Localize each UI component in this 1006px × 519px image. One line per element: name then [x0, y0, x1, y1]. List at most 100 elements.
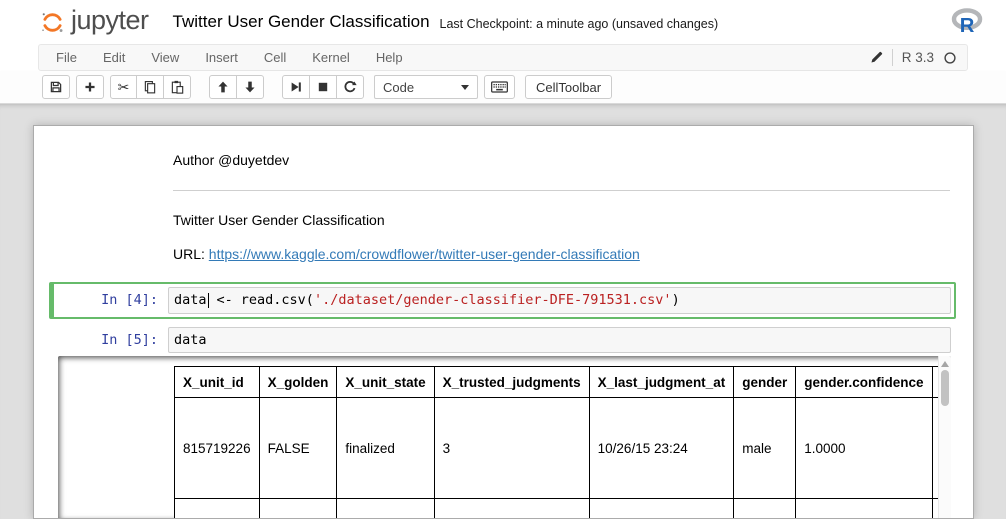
cell-type-dropdown[interactable]: Code: [374, 75, 478, 99]
move-group: [209, 75, 264, 99]
table-cell: 10/26/15 23:24: [589, 398, 734, 499]
code-cell-in5[interactable]: In [5]: data: [49, 322, 956, 358]
menu-view[interactable]: View: [138, 45, 192, 70]
menu-kernel[interactable]: Kernel: [299, 45, 363, 70]
col-header: gender.confidence: [796, 367, 932, 398]
jupyter-logo-text: jupyter: [71, 7, 149, 38]
celltoolbar-button[interactable]: CellToolbar: [525, 75, 612, 99]
table-row: [175, 499, 939, 519]
run-cell-button[interactable]: [282, 75, 310, 99]
arrow-down-icon: [243, 80, 257, 94]
table-cell: [259, 499, 337, 519]
table-header-row: X_unit_id X_golden X_unit_state X_truste…: [175, 367, 939, 398]
scrollbar-thumb[interactable]: [941, 370, 949, 406]
menu-edit[interactable]: Edit: [90, 45, 138, 70]
url-paragraph: URL: https://www.kaggle.com/crowdflower/…: [173, 246, 950, 263]
table-cell: male: [734, 398, 796, 499]
col-header: X_golden: [259, 367, 337, 398]
col-header: X_trusted_judgments: [434, 367, 589, 398]
menubar-divider: [892, 49, 893, 66]
cut-icon: ✂: [118, 80, 130, 94]
menu-help[interactable]: Help: [363, 45, 416, 70]
notebook-content: Author @duyetdev Twitter User Gender Cla…: [34, 126, 973, 518]
r-kernel-logo: R: [951, 8, 984, 40]
url-label: URL:: [173, 246, 209, 262]
save-icon: [49, 80, 63, 94]
code-token-paren: ): [672, 292, 680, 308]
col-header: X_unit_state: [337, 367, 434, 398]
scrollbar-up-arrow[interactable]: [941, 361, 949, 367]
kaggle-dataset-link[interactable]: https://www.kaggle.com/crowdflower/twitt…: [209, 246, 640, 262]
code-cell-in4[interactable]: In [4]: data<-read.csv('./dataset/gender…: [49, 282, 956, 319]
menu-file[interactable]: File: [43, 45, 90, 70]
copy-icon: [143, 80, 157, 94]
notebook-description-title: Twitter User Gender Classification: [173, 212, 950, 229]
move-cell-down-button[interactable]: [236, 75, 264, 99]
menu-cell[interactable]: Cell: [251, 45, 299, 70]
kernel-idle-icon: [943, 51, 957, 65]
table-cell: [434, 499, 589, 519]
paste-icon: [170, 80, 184, 94]
copy-cell-button[interactable]: [136, 75, 164, 99]
run-group: [282, 75, 364, 99]
paste-cell-button[interactable]: [163, 75, 191, 99]
move-cell-up-button[interactable]: [209, 75, 237, 99]
save-button[interactable]: [42, 75, 70, 99]
cell-type-value: Code: [383, 80, 414, 95]
insert-group: [76, 75, 104, 99]
markdown-prompt-spacer: [34, 152, 173, 191]
table-cell: FALSE: [259, 398, 337, 499]
edit-mode-pencil-icon: [870, 51, 883, 64]
markdown-rendered: Twitter User Gender Classification URL: …: [173, 212, 973, 263]
table-cell: [337, 499, 434, 519]
dataframe-table: X_unit_id X_golden X_unit_state X_truste…: [174, 366, 938, 519]
table-cell: [589, 499, 734, 519]
table-cell: [796, 499, 932, 519]
table-cell: 3: [434, 398, 589, 499]
cut-cell-button[interactable]: ✂: [110, 75, 137, 99]
markdown-cell-description[interactable]: Twitter User Gender Classification URL: …: [34, 212, 973, 263]
insert-cell-below-button[interactable]: [76, 75, 104, 99]
dataframe-region: X_unit_id X_golden X_unit_state X_truste…: [174, 366, 938, 519]
markdown-rendered: Author @duyetdev: [173, 152, 973, 191]
restart-icon: [343, 80, 357, 94]
step-forward-icon: [289, 80, 303, 94]
code-editor-in5[interactable]: data: [168, 327, 951, 353]
plus-icon: [83, 80, 97, 94]
col-header: X_last_judgment_at: [589, 367, 734, 398]
kernel-name: R 3.3: [902, 50, 934, 65]
checkpoint-status: Last Checkpoint: a minute ago (unsaved c…: [440, 14, 719, 31]
table-cell: [734, 499, 796, 519]
code-editor-in4[interactable]: data<-read.csv('./dataset/gender-classif…: [168, 287, 951, 314]
code-token-string: './dataset/gender-classifier-DFE-791531.…: [314, 292, 672, 308]
table-cell: 1.0000: [796, 398, 932, 499]
restart-kernel-button[interactable]: [336, 75, 364, 99]
notebook-title[interactable]: Twitter User Gender Classification: [173, 12, 430, 32]
markdown-hr: [173, 190, 950, 191]
table-cell: finalized: [337, 398, 434, 499]
stop-icon: [316, 80, 330, 94]
toolbar: ✂: [0, 71, 1006, 104]
col-header: X_unit_id: [175, 367, 260, 398]
interrupt-kernel-button[interactable]: [309, 75, 337, 99]
output-vertical-scrollbar[interactable]: [938, 356, 951, 519]
menubar: File Edit View Insert Cell Kernel Help R…: [38, 44, 968, 71]
jupyter-logo[interactable]: jupyter: [40, 7, 149, 38]
markdown-prompt-spacer: [34, 212, 173, 263]
input-prompt-in4: In [4]:: [57, 287, 168, 314]
code-token-variable: data: [174, 332, 207, 348]
jupyter-logo-icon: [40, 10, 65, 35]
input-prompt-in5: In [5]:: [57, 327, 168, 353]
clipboard-group: ✂: [110, 75, 191, 99]
menu-insert[interactable]: Insert: [192, 45, 251, 70]
markdown-cell-author[interactable]: Author @duyetdev: [34, 152, 973, 191]
code-token-variable: data: [174, 292, 207, 308]
arrow-up-icon: [216, 80, 230, 94]
chevron-down-icon: [461, 85, 469, 90]
command-palette-button[interactable]: [484, 75, 515, 99]
save-group: [42, 75, 70, 99]
table-cell: [175, 499, 260, 519]
text-cursor: [208, 293, 209, 308]
table-cell: 815719226: [175, 398, 260, 499]
output-scroll-area[interactable]: X_unit_id X_golden X_unit_state X_truste…: [58, 356, 951, 519]
